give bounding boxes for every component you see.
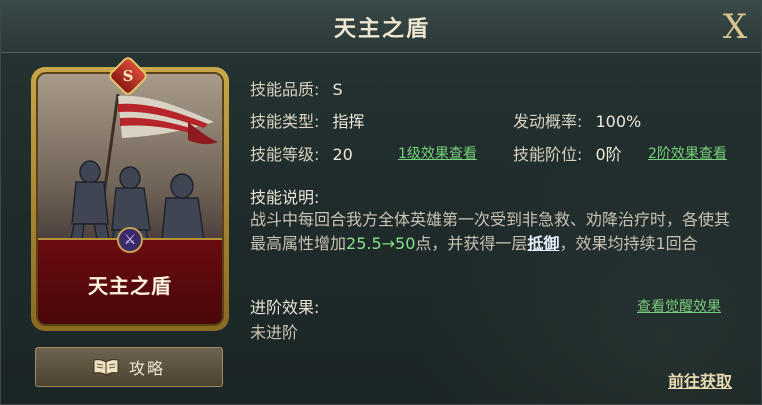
- description-label: 技能说明:: [250, 188, 320, 207]
- skill-card-frame: ⚔ 天主之盾: [36, 72, 224, 326]
- book-icon: [93, 359, 119, 376]
- trigger-rate-row: 发动概率: 100%: [513, 108, 641, 132]
- close-button[interactable]: X: [715, 7, 755, 47]
- go-obtain-link[interactable]: 前往获取: [668, 368, 732, 392]
- skill-level-label: 技能等级:: [250, 145, 320, 164]
- skill-level-row: 技能等级: 20: [250, 141, 353, 165]
- skill-card-name-ribbon: ⚔ 天主之盾: [38, 227, 222, 324]
- description-text-2: 点，并获得一层: [415, 234, 528, 253]
- skill-rank-value: 0阶: [595, 145, 622, 164]
- view-awakening-link[interactable]: 查看觉醒效果: [637, 296, 721, 316]
- guide-button-label: 攻略: [128, 359, 165, 378]
- trigger-rate-value: 100%: [595, 112, 642, 131]
- skill-card-name: 天主之盾: [88, 274, 172, 298]
- rank2-effect-link[interactable]: 2阶效果查看: [648, 143, 727, 163]
- sword-emblem-icon: ⚔: [117, 227, 143, 253]
- skill-quality-label: 技能品质:: [250, 80, 320, 99]
- advance-effect-label: 进阶效果:: [250, 298, 320, 317]
- skill-type-label: 技能类型:: [250, 112, 320, 131]
- skill-rank-row: 技能阶位: 0阶: [513, 141, 622, 165]
- title-bar: 天主之盾 X: [1, 1, 761, 53]
- skill-rank-label: 技能阶位:: [513, 145, 583, 164]
- attribute-value-to: 50: [395, 234, 416, 253]
- panel-title: 天主之盾: [333, 17, 430, 42]
- level1-effect-link[interactable]: 1级效果查看: [398, 143, 477, 163]
- attribute-value-from: 25.5: [346, 234, 382, 253]
- skill-description: 战斗中每回合我方全体英雄第一次受到非急救、劝降治疗时，各使其最高属性增加25.5…: [250, 208, 740, 256]
- guide-button[interactable]: 攻略: [35, 347, 223, 387]
- advance-status-value: 未进阶: [250, 323, 299, 342]
- arrow-icon: →: [381, 234, 396, 253]
- skill-type-row: 技能类型: 指挥: [250, 108, 365, 132]
- trigger-rate-label: 发动概率:: [513, 112, 583, 131]
- keyword-resist[interactable]: 抵御: [527, 234, 559, 253]
- skill-quality-value: S: [332, 80, 343, 99]
- skill-level-value: 20: [332, 145, 353, 164]
- skill-detail-panel: 天主之盾 X ⚔ 天主之盾 S 攻略 技能品质: S 技能类型: 指挥 发动概率…: [0, 0, 762, 405]
- skill-quality-row: 技能品质: S: [250, 76, 343, 100]
- grade-badge-label: S: [122, 67, 134, 85]
- description-text-3: ，效果均持续1回合: [559, 234, 698, 253]
- skill-card: ⚔ 天主之盾: [31, 67, 229, 331]
- skill-type-value: 指挥: [332, 112, 365, 131]
